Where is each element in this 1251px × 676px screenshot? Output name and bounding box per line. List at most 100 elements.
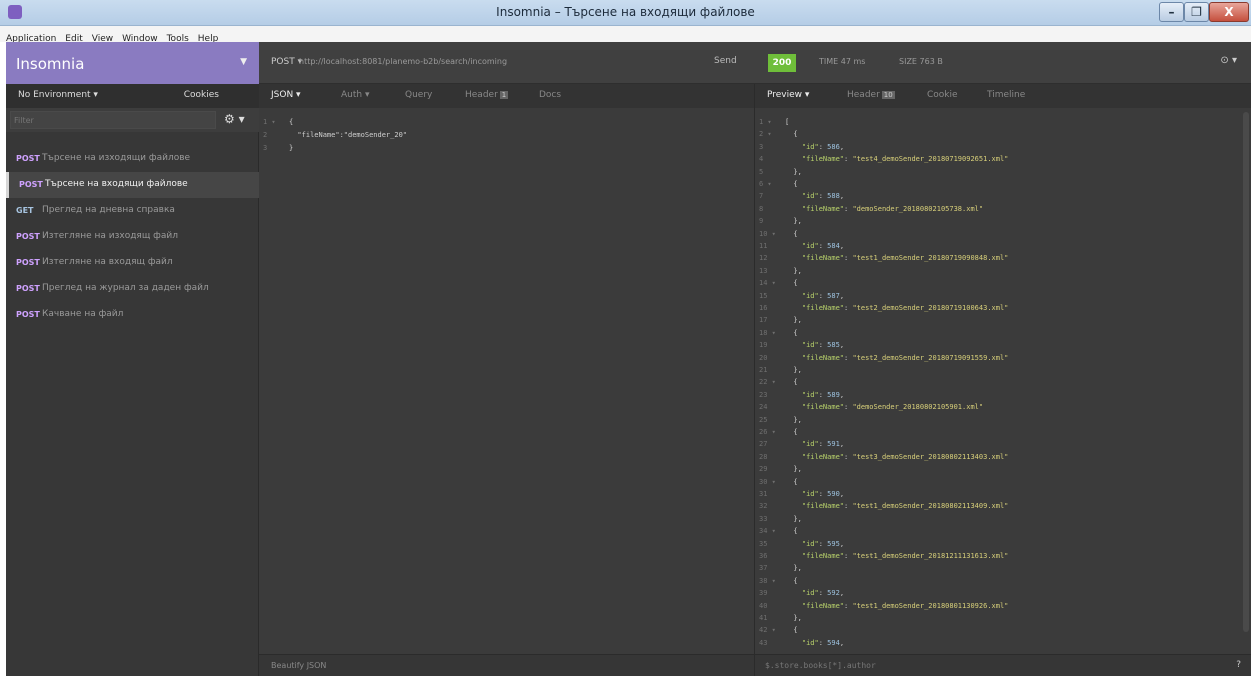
item-id: 586 [827, 142, 840, 151]
code-line: { [785, 477, 798, 486]
request-item[interactable]: POST Търсене на изходящи файлове [6, 146, 259, 172]
response-size: SIZE 763 B [899, 57, 943, 66]
request-item[interactable]: GET Преглед на дневна справка [6, 198, 259, 224]
code-line: "id": 589, [801, 390, 845, 399]
code-line: "id": 594, [801, 638, 845, 647]
line-number: 38 ▾ [759, 576, 776, 585]
line-number: 24 [759, 403, 768, 412]
item-filename: "test1_demoSender_20180801130926.xml" [852, 601, 1009, 610]
response-pane: Preview ▾ Header 10 Cookie Timeline 1 ▾ [2… [755, 84, 1251, 676]
tab-json[interactable]: JSON ▾ [271, 90, 301, 100]
tab-header[interactable]: Header 1 [465, 90, 509, 100]
code-line: { [785, 527, 798, 536]
code-line: "fileName": "test1_demoSender_2018121113… [801, 552, 1009, 560]
code-line: "fileName": "test1_demoSender_2018080113… [801, 601, 1009, 610]
request-list: POST Търсене на изходящи файлове POST Тъ… [6, 146, 259, 328]
code-line: }, [785, 514, 802, 523]
response-tabs: Preview ▾ Header 10 Cookie Timeline [755, 84, 1251, 108]
code-line: { [785, 130, 798, 139]
line-number: 18 ▾ [759, 328, 776, 337]
code-line: "id": 591, [801, 440, 845, 449]
line-number: 37 [759, 564, 768, 573]
request-item[interactable]: POST Качване на файл [6, 302, 259, 328]
code-line: }, [785, 564, 802, 573]
title-bar: Insomnia – Търсене на входящи файлове – … [0, 0, 1251, 26]
request-label: Преглед на журнал за даден файл [42, 283, 209, 293]
item-filename: "test1_demoSender_20180802113409.xml" [852, 502, 1009, 511]
code-line: }, [785, 465, 802, 474]
status-badge: 200 [768, 54, 796, 72]
request-item[interactable]: POST Изтегляне на изходящ файл [6, 224, 259, 250]
line-number: 6 ▾ [759, 180, 772, 188]
request-footer: Beautify JSON [259, 654, 754, 676]
line-number: 3 [759, 142, 764, 151]
line-number: 34 ▾ [759, 527, 776, 536]
environment-dropdown[interactable]: No Environment ▾ [18, 90, 98, 100]
code-line: "id": 590, [801, 490, 845, 498]
item-id: 591 [827, 440, 840, 449]
sidebar-filter-input[interactable] [10, 111, 216, 129]
url-bar: POST ▾ http://localhost:8081/planemo-b2b… [259, 42, 1251, 84]
menu-bar: Application Edit View Window Tools Help [0, 26, 1251, 44]
line-number: 2 ▾ [759, 130, 772, 139]
gear-icon[interactable]: ⚙ ▾ [224, 112, 245, 126]
tab-auth[interactable]: Auth ▾ [341, 90, 369, 100]
code-line: }, [785, 266, 802, 275]
item-id: 587 [827, 291, 840, 300]
workspace-dropdown[interactable]: Insomnia ▼ [6, 42, 259, 84]
code-line: [ [785, 118, 790, 126]
request-item[interactable]: POST Изтегляне на входящ файл [6, 250, 259, 276]
chevron-down-icon: ▼ [240, 57, 247, 67]
line-number: 29 [759, 465, 768, 474]
code-line: "id": 587, [801, 291, 845, 300]
line-number: 7 [759, 192, 764, 201]
line-number: 9 [759, 217, 764, 226]
beautify-json-button[interactable]: Beautify JSON [271, 661, 326, 670]
maximize-button[interactable]: ❐ [1184, 2, 1209, 22]
code-line: "id": 585, [801, 341, 845, 350]
line-number: 16 [759, 304, 768, 312]
code-line: }, [785, 614, 802, 622]
line-number: 20 [759, 353, 768, 362]
request-item-active[interactable]: POST Търсене на входящи файлове [6, 172, 259, 198]
tab-response-header[interactable]: Header 10 [847, 90, 895, 100]
help-icon[interactable]: ? [1236, 660, 1241, 670]
request-item[interactable]: POST Преглед на журнал за даден файл [6, 276, 259, 302]
line-number: 22 ▾ [759, 378, 776, 387]
code-line: { [785, 328, 798, 337]
code-line: "fileName": "test4_demoSender_2018071909… [801, 155, 1009, 164]
code-line: { [785, 279, 798, 288]
tab-cookie[interactable]: Cookie [927, 90, 958, 100]
method-dropdown[interactable]: POST ▾ [271, 57, 302, 67]
history-icon[interactable]: ⊙ ▾ [1220, 55, 1237, 66]
tab-docs[interactable]: Docs [539, 90, 561, 100]
method-badge: POST [16, 258, 40, 267]
item-id: 585 [827, 341, 840, 350]
line-number: 11 [759, 242, 768, 250]
url-input[interactable]: http://localhost:8081/planemo-b2b/search… [299, 57, 507, 66]
cookies-button[interactable]: Cookies [184, 90, 219, 100]
tab-timeline[interactable]: Timeline [987, 90, 1025, 100]
line-number: 33 [759, 514, 768, 523]
code-line: "id": 588, [801, 192, 845, 201]
minimize-button[interactable]: – [1159, 2, 1184, 22]
tab-query[interactable]: Query [405, 90, 432, 100]
item-id: 589 [827, 390, 840, 399]
response-scrollbar[interactable] [1243, 112, 1249, 632]
line-number: 35 [759, 539, 768, 548]
item-id: 594 [827, 638, 840, 647]
line-number: 26 ▾ [759, 428, 776, 436]
method-badge: POST [19, 180, 43, 189]
code-line: "fileName": "test1_demoSender_2018080211… [801, 502, 1009, 511]
response-filter-input[interactable]: $.store.books[*].author [765, 661, 876, 670]
code-line: { [785, 576, 798, 585]
item-filename: "test1_demoSender_20181211131613.xml" [852, 552, 1009, 560]
tab-preview[interactable]: Preview ▾ [767, 90, 809, 100]
send-button[interactable]: Send [714, 56, 737, 66]
environment-bar: No Environment ▾ Cookies [6, 84, 259, 108]
code-line: "fileName": "test2_demoSender_2018071909… [801, 353, 1009, 362]
sidebar: Insomnia ▼ No Environment ▾ Cookies ⚙ ▾ … [6, 42, 259, 676]
close-button[interactable]: X [1209, 2, 1249, 22]
line-number: 21 [759, 366, 768, 374]
app-window: Insomnia – Търсене на входящи файлове – … [0, 0, 1251, 676]
